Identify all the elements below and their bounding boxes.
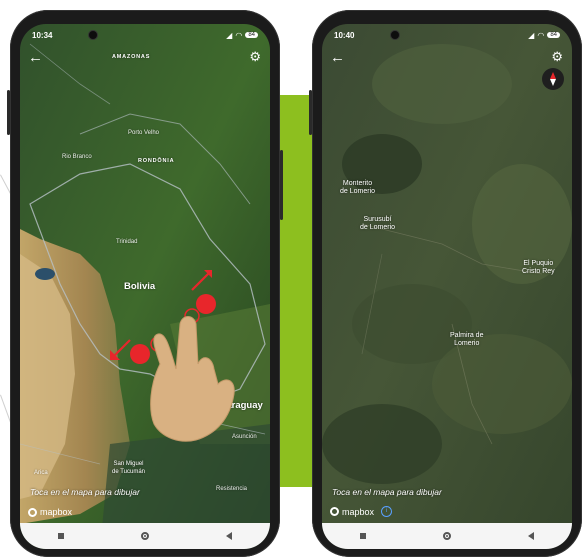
- info-icon[interactable]: i: [381, 506, 393, 517]
- map-label-rondonia: RONDÔNIA: [138, 158, 175, 164]
- battery-icon: 84: [547, 32, 560, 38]
- mapbox-attribution[interactable]: mapbox: [28, 507, 72, 517]
- map-label-amazonas: AMAZONAS: [112, 54, 151, 60]
- wifi-icon: ◠: [235, 30, 243, 40]
- signal-icon: ◢: [528, 30, 535, 40]
- map-label-paraguay: Paraguay: [220, 400, 263, 411]
- gear-icon[interactable]: ⚙: [551, 49, 563, 65]
- home-button-icon[interactable]: [140, 532, 149, 540]
- map-label-trinidad: Trinidad: [116, 239, 138, 245]
- mapbox-label: mapbox: [342, 506, 375, 517]
- map-label-palmira: Palmira de Lomerio: [450, 332, 484, 347]
- right-phone-frame: 10:40 ◢ ◠ 84 ← ⚙ Monterito de Lomerio Su…: [309, 10, 582, 557]
- front-camera: [390, 30, 400, 40]
- mapbox-attribution[interactable]: mapbox i: [330, 506, 393, 517]
- map-label-arica: Arica: [34, 470, 48, 476]
- status-icons: ◢ ◠ 84: [226, 31, 258, 40]
- map-toolbar: ← ⚙: [322, 48, 572, 70]
- mapbox-label: mapbox: [40, 507, 73, 517]
- mapbox-logo-icon: [28, 507, 37, 517]
- map-label-resistencia: Resistencia: [216, 486, 248, 492]
- android-nav-bar: [322, 523, 572, 549]
- status-time: 10:40: [334, 30, 355, 40]
- map-label-rio-branco: Rio Branco: [62, 154, 92, 160]
- arrow-left-icon[interactable]: ←: [28, 50, 43, 66]
- right-screen: 10:40 ◢ ◠ 84 ← ⚙ Monterito de Lomerio Su…: [322, 24, 572, 549]
- map-label-porto-velho: Porto Velho: [128, 130, 160, 136]
- recents-button-icon[interactable]: [360, 533, 367, 539]
- arrow-left-icon[interactable]: ←: [330, 50, 345, 66]
- compass-icon[interactable]: [542, 68, 564, 90]
- mapbox-logo-icon: [330, 507, 339, 516]
- status-time: 10:34: [32, 30, 53, 40]
- signal-icon: ◢: [226, 30, 233, 40]
- left-screen: 10:34 ◢ ◠ 84 ← ⚙ AMAZONAS Porto Velho Ri…: [20, 24, 270, 549]
- android-nav-bar: [20, 523, 270, 549]
- gear-icon[interactable]: ⚙: [249, 49, 261, 65]
- front-camera: [88, 30, 98, 40]
- battery-icon: 84: [245, 32, 258, 38]
- recents-button-icon[interactable]: [58, 533, 65, 539]
- back-button-icon[interactable]: [225, 532, 232, 540]
- map-label-bolivia: Bolivia: [124, 281, 156, 292]
- volume-button: [309, 90, 312, 135]
- map-label-monterito: Monterito de Lomerio: [340, 180, 376, 195]
- status-icons: ◢ ◠ 84: [528, 31, 560, 40]
- back-button-icon[interactable]: [527, 532, 534, 540]
- left-phone-frame: 10:34 ◢ ◠ 84 ← ⚙ AMAZONAS Porto Velho Ri…: [7, 10, 283, 557]
- map-label-el-puquio: El Puquio Cristo Rey: [522, 260, 555, 275]
- draw-hint-text: Toca en el mapa para dibujar: [332, 487, 442, 497]
- volume-button: [7, 90, 10, 135]
- status-bar: 10:40 ◢ ◠ 84: [322, 24, 572, 46]
- home-button-icon[interactable]: [442, 532, 451, 540]
- map-label-san-miguel: San Miguel de Tucumán: [112, 461, 146, 475]
- draw-hint-text: Toca en el mapa para dibujar: [30, 487, 140, 497]
- wifi-icon: ◠: [537, 30, 545, 40]
- map-label-asuncion: Asunción: [232, 434, 257, 440]
- right-satellite-map[interactable]: [322, 24, 572, 549]
- map-label-surusubi: Surusubí de Lomerio: [360, 216, 396, 231]
- status-bar: 10:34 ◢ ◠ 84: [20, 24, 270, 46]
- power-button: [280, 150, 283, 220]
